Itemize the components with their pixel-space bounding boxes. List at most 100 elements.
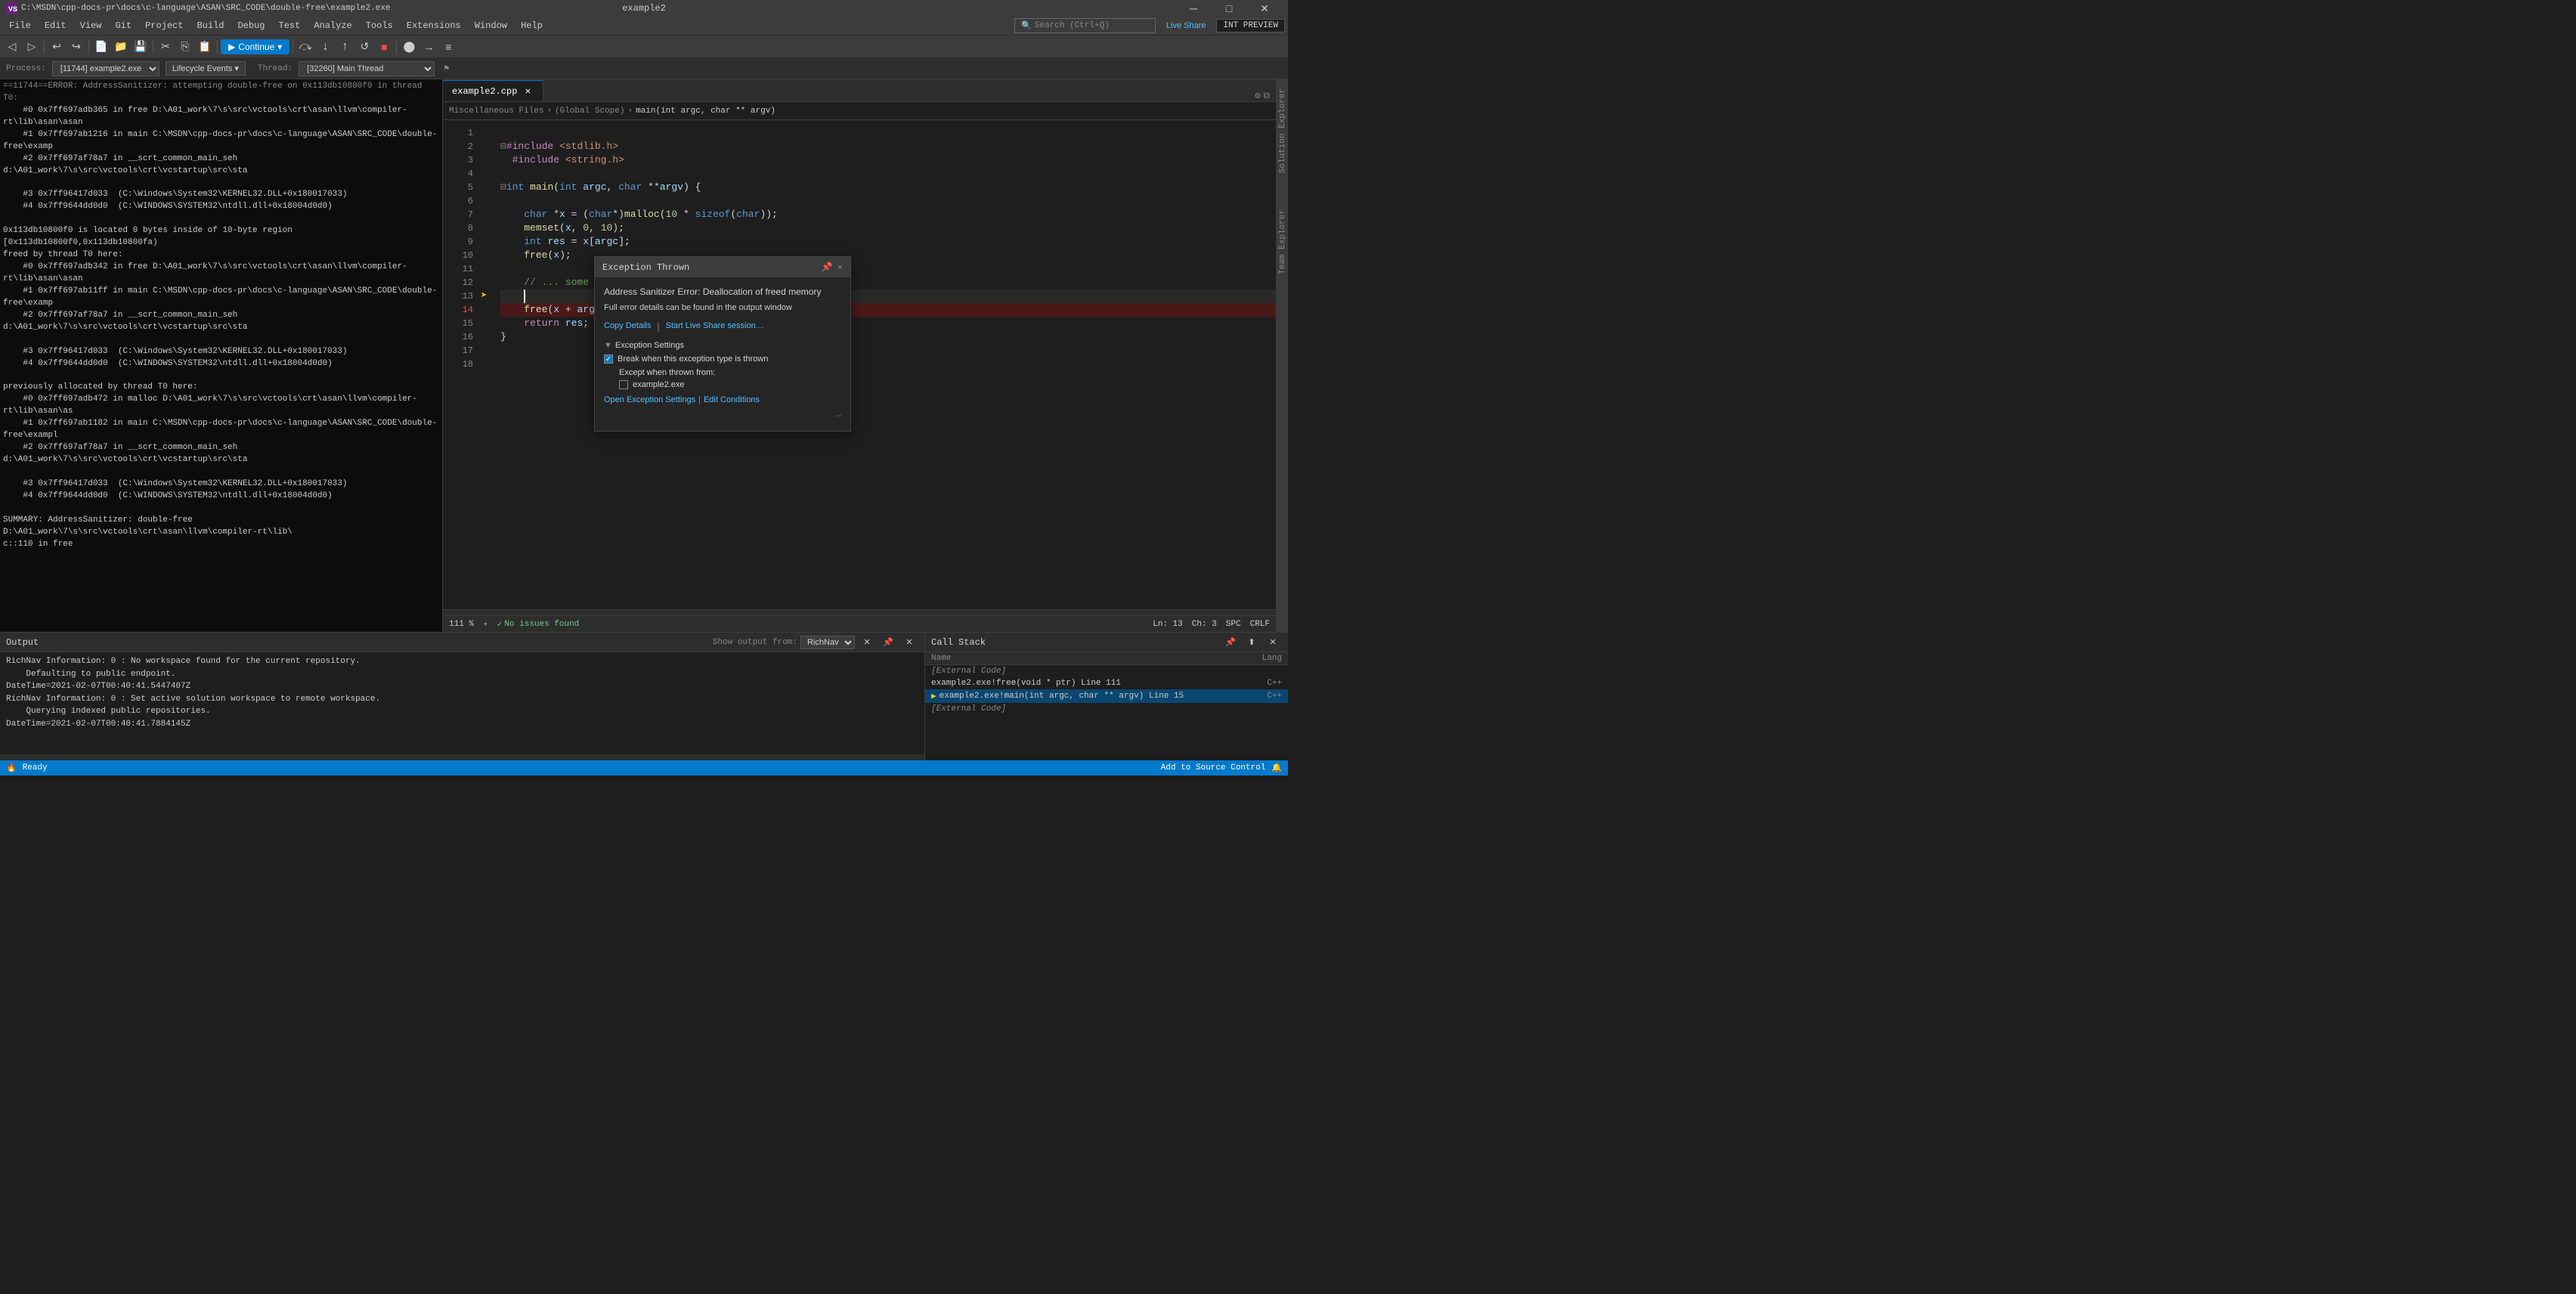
continue-button[interactable]: ▶ Continue ▾: [221, 39, 289, 54]
menu-build[interactable]: Build: [190, 19, 230, 33]
step-over-button[interactable]: ⤼: [296, 38, 314, 56]
solution-explorer-label[interactable]: Solution Explorer: [1278, 88, 1287, 173]
tab-example2[interactable]: example2.cpp ✕: [443, 80, 543, 101]
menu-edit[interactable]: Edit: [39, 19, 73, 33]
copy-details-link[interactable]: Copy Details: [604, 321, 651, 332]
live-share-session-link[interactable]: Start Live Share session…: [665, 321, 763, 332]
minimize-button[interactable]: ─: [1176, 0, 1211, 17]
output-close-button[interactable]: ✕: [900, 633, 918, 652]
add-source-control-link[interactable]: Add to Source Control: [1161, 763, 1266, 772]
menu-help[interactable]: Help: [515, 19, 549, 33]
callstack-title: Call Stack: [931, 637, 986, 648]
menu-project[interactable]: Project: [139, 19, 189, 33]
output-clear-button[interactable]: ✕: [858, 633, 876, 652]
callstack-row-external-2[interactable]: [External Code]: [925, 703, 1288, 715]
callstack-name-header: Name: [931, 654, 1244, 663]
new-file-button[interactable]: 📄: [92, 38, 110, 56]
restart-button[interactable]: ↺: [355, 38, 373, 56]
callstack-expand-button[interactable]: ⬆: [1243, 633, 1261, 652]
undo-button[interactable]: ↩: [48, 38, 66, 56]
zoom-dropdown-icon[interactable]: ▾: [483, 619, 488, 630]
team-explorer-label[interactable]: Team Explorer: [1278, 209, 1287, 274]
output-title: Output: [6, 637, 39, 648]
callstack-row-free[interactable]: example2.exe!free(void * ptr) Line 111 C…: [925, 677, 1288, 689]
menu-tools[interactable]: Tools: [360, 19, 399, 33]
forward-button[interactable]: ▷: [23, 38, 41, 56]
callstack-pin-button[interactable]: 📌: [1221, 633, 1240, 652]
settings-icon[interactable]: ⚙: [1255, 90, 1260, 101]
back-button[interactable]: ◁: [3, 38, 21, 56]
break-exception-row: ✓ Break when this exception type is thro…: [604, 354, 841, 364]
break-exception-checkbox[interactable]: ✓: [604, 354, 613, 364]
output-source-dropdown[interactable]: RichNav: [800, 636, 855, 649]
menu-file[interactable]: File: [3, 19, 37, 33]
open-exception-settings-link[interactable]: Open Exception Settings: [604, 395, 695, 404]
ln-status[interactable]: Ln: 13: [1153, 620, 1183, 629]
cut-button[interactable]: ✂: [156, 38, 175, 56]
redo-button[interactable]: ↪: [67, 38, 85, 56]
paste-button[interactable]: 📋: [196, 38, 214, 56]
menu-git[interactable]: Git: [109, 19, 138, 33]
show-threads-button[interactable]: ≡: [439, 38, 457, 56]
tab-close-button[interactable]: ✕: [522, 85, 534, 98]
exception-close-icon[interactable]: ✕: [838, 262, 843, 273]
close-button[interactable]: ✕: [1247, 0, 1282, 17]
breadcrumb-misc[interactable]: Miscellaneous Files: [449, 107, 543, 116]
resize-icon[interactable]: ⋯: [836, 411, 841, 422]
breadcrumb-function[interactable]: main(int argc, char ** argv): [636, 107, 776, 116]
ch-status[interactable]: Ch: 3: [1192, 620, 1217, 629]
notifications-icon[interactable]: 🔔: [1271, 763, 1282, 773]
edit-conditions-link[interactable]: Edit Conditions: [704, 395, 760, 404]
menu-window[interactable]: Window: [469, 19, 513, 33]
search-box[interactable]: 🔍 Search (Ctrl+Q): [1014, 18, 1156, 33]
callstack-row-main[interactable]: ▶ example2.exe!main(int argc, char ** ar…: [925, 689, 1288, 703]
debug-arrow-indicator: ➤: [481, 289, 487, 302]
copy-button[interactable]: ⎘: [176, 38, 194, 56]
menu-view[interactable]: View: [74, 19, 108, 33]
show-next-statement[interactable]: →: [420, 38, 438, 56]
step-out-button[interactable]: ↑: [336, 38, 354, 56]
fold-icon-2[interactable]: ⊟: [500, 140, 506, 153]
breadcrumb-sep-1: ›: [546, 107, 552, 116]
stop-button[interactable]: ■: [375, 38, 393, 56]
open-folder-button[interactable]: 📁: [112, 38, 130, 56]
code-editor[interactable]: 1 2 3 4 5 6 7 8 9 10 11 12 13 14 15 16 1…: [443, 120, 1276, 609]
callstack-external-code-1: [External Code]: [931, 667, 1244, 676]
output-pin-button[interactable]: 📌: [879, 633, 897, 652]
exception-sub-text: Full error details can be found in the o…: [604, 303, 841, 312]
menu-analyze[interactable]: Analyze: [308, 19, 358, 33]
break-exception-label: Break when this exception type is thrown: [618, 354, 768, 364]
callstack-close-button[interactable]: ✕: [1264, 633, 1282, 652]
fold-icon-5[interactable]: ⊟: [500, 181, 506, 194]
bottom-area: Output Show output from: RichNav ✕ 📌 ✕ R…: [0, 632, 1288, 760]
breakpoint-button[interactable]: ⬤: [400, 38, 418, 56]
menu-extensions[interactable]: Extensions: [401, 19, 467, 33]
save-button[interactable]: 💾: [132, 38, 150, 56]
svg-text:VS: VS: [8, 6, 17, 14]
toolbar-sep-2: [88, 40, 89, 54]
callstack-row-external-1[interactable]: [External Code]: [925, 665, 1288, 677]
zoom-level[interactable]: 111 %: [449, 620, 474, 629]
crlf-status[interactable]: CRLF: [1250, 620, 1270, 629]
output-scrollbar[interactable]: [0, 754, 924, 760]
lifecycle-label: Lifecycle Events ▾: [172, 63, 239, 73]
step-into-button[interactable]: ↓: [316, 38, 334, 56]
breadcrumb-scope[interactable]: (Global Scope): [555, 107, 624, 116]
example2-exe-checkbox[interactable]: [619, 380, 628, 389]
code-line-9: int res = x [ argc ];: [500, 235, 1276, 249]
bottom-scrollbar[interactable]: [443, 609, 1276, 615]
pin-icon[interactable]: 📌: [822, 262, 833, 273]
restore-button[interactable]: □: [1212, 0, 1246, 17]
lifecycle-events-button[interactable]: Lifecycle Events ▾: [166, 61, 246, 76]
except-from-label: Except when thrown from:: [619, 368, 715, 377]
live-share-button[interactable]: Live Share: [1160, 17, 1212, 35]
menu-debug[interactable]: Debug: [231, 19, 271, 33]
code-line-8: memset ( x , 0 , 10 );: [500, 221, 1276, 235]
thread-dropdown[interactable]: [32260] Main Thread: [299, 61, 435, 76]
spc-status[interactable]: SPC: [1226, 620, 1241, 629]
output-content[interactable]: RichNav Information: 0 : No workspace fo…: [0, 652, 924, 754]
split-editor-icon[interactable]: ⧉: [1263, 91, 1270, 101]
process-dropdown[interactable]: [11744] example2.exe: [52, 61, 159, 76]
callstack-header: Call Stack 📌 ⬆ ✕: [925, 633, 1288, 652]
menu-test[interactable]: Test: [273, 19, 307, 33]
